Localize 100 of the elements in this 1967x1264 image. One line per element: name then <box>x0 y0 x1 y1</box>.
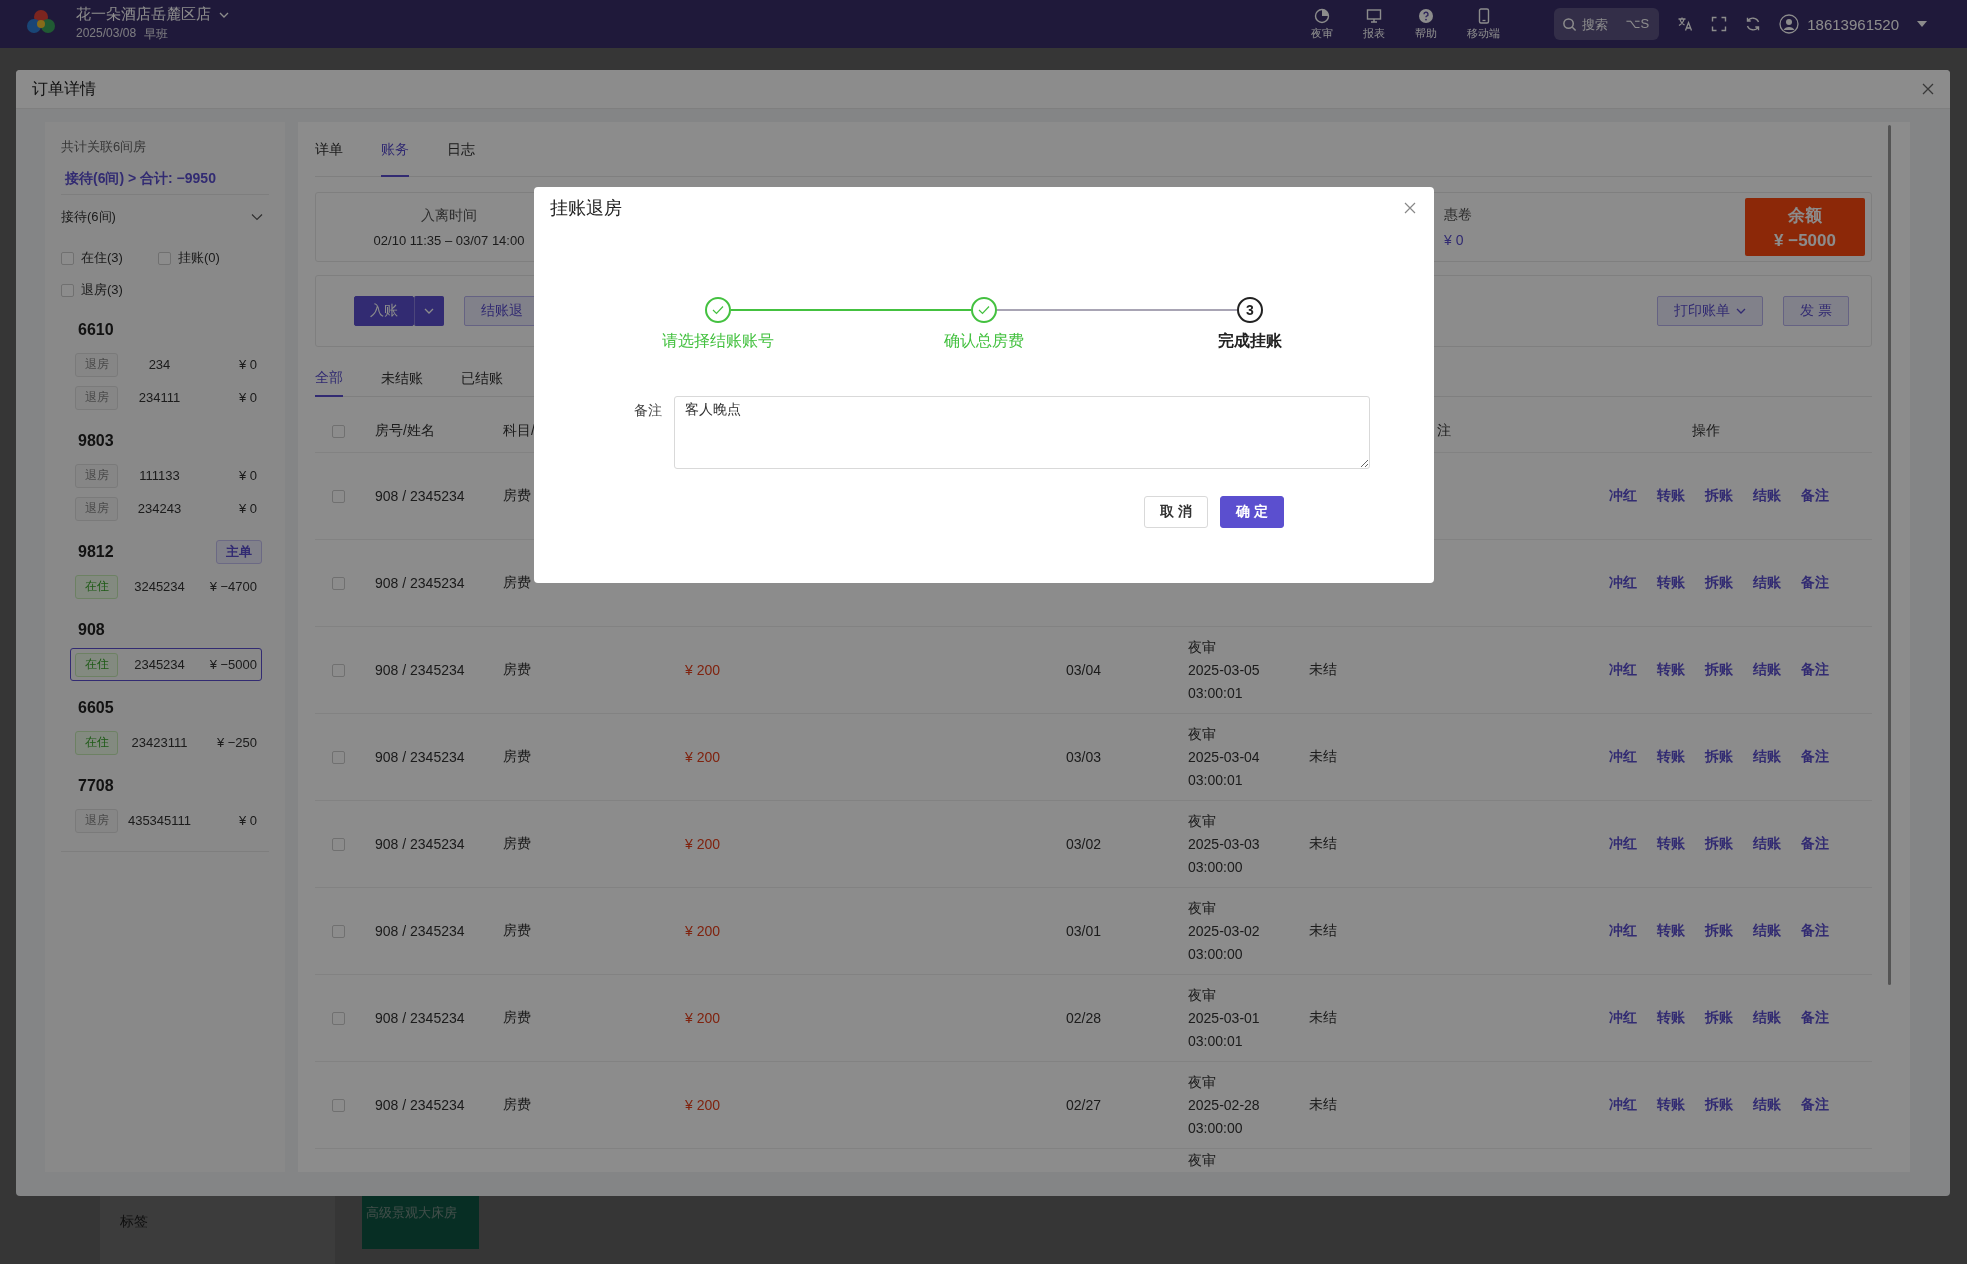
row-action-link[interactable]: 备注 <box>1801 487 1829 505</box>
checkbox[interactable] <box>332 837 345 851</box>
row-action-link[interactable]: 备注 <box>1801 748 1829 766</box>
filter-label[interactable]: 在住(3) <box>81 249 123 267</box>
row-action-link[interactable]: 拆账 <box>1705 922 1733 940</box>
account-number: 234243 <box>136 501 183 516</box>
row-action-link[interactable]: 转账 <box>1657 1009 1685 1027</box>
guest-row[interactable]: 在住 3245234 ¥ −4700 <box>70 570 262 603</box>
row-action-link[interactable]: 备注 <box>1801 574 1829 592</box>
scrollbar[interactable] <box>1888 125 1891 985</box>
invoice-button[interactable]: 发 票 <box>1783 296 1849 326</box>
confirm-button[interactable]: 确 定 <box>1220 496 1284 528</box>
row-action-link[interactable]: 冲红 <box>1609 922 1637 940</box>
fullscreen-icon[interactable] <box>1711 16 1728 32</box>
guest-row[interactable]: 在住 2345234 ¥ −5000 <box>70 648 262 681</box>
checkbox[interactable] <box>332 489 345 503</box>
row-action-link[interactable]: 冲红 <box>1609 574 1637 592</box>
row-action-link[interactable]: 转账 <box>1657 1096 1685 1114</box>
row-action-link[interactable]: 结账 <box>1753 1009 1781 1027</box>
row-action-link[interactable]: 拆账 <box>1705 1096 1733 1114</box>
table-cell-text: 908 / 2345234 <box>375 749 466 765</box>
caret-icon[interactable] <box>219 11 229 18</box>
row-action-link[interactable]: 拆账 <box>1705 661 1733 679</box>
filter-label[interactable]: 退房(3) <box>81 281 123 299</box>
table-cell: 03/02 <box>1066 836 1102 852</box>
checkbox[interactable] <box>332 663 345 677</box>
row-action-link[interactable]: 拆账 <box>1705 748 1733 766</box>
tab[interactable]: 详单 <box>315 122 343 177</box>
remark-field[interactable]: 客人晚点 <box>674 396 1370 469</box>
row-action-link[interactable]: 结账 <box>1753 1096 1781 1114</box>
row-action-link[interactable]: 冲红 <box>1609 748 1637 766</box>
post-button[interactable]: 入账 <box>354 296 414 326</box>
cancel-button[interactable]: 取 消 <box>1144 496 1208 528</box>
row-action-link[interactable]: 转账 <box>1657 922 1685 940</box>
checkbox[interactable] <box>61 283 74 297</box>
checkbox[interactable] <box>332 424 345 438</box>
row-action-link[interactable]: 冲红 <box>1609 1096 1637 1114</box>
toolbar-button[interactable]: 移动端 <box>1461 7 1507 41</box>
checkbox[interactable] <box>332 1011 345 1025</box>
row-action-link[interactable]: 结账 <box>1753 748 1781 766</box>
row-action-link[interactable]: 转账 <box>1657 748 1685 766</box>
row-action-link[interactable]: 备注 <box>1801 835 1829 853</box>
row-action-link[interactable]: 结账 <box>1753 574 1781 592</box>
checkbox[interactable] <box>158 251 171 265</box>
dropdown-button[interactable] <box>414 296 444 326</box>
guest-row[interactable]: 在住 23423111 ¥ −250 <box>70 726 262 759</box>
row-action-link[interactable]: 冲红 <box>1609 487 1637 505</box>
row-action-link[interactable]: 拆账 <box>1705 487 1733 505</box>
checkbox[interactable] <box>61 251 74 265</box>
filter-tab[interactable]: 已结账 <box>461 360 503 397</box>
filter-label[interactable]: 挂账(0) <box>178 249 220 267</box>
filter-tab[interactable]: 全部 <box>315 360 343 397</box>
row-action-link[interactable]: 冲红 <box>1609 661 1637 679</box>
close-icon[interactable] <box>1404 202 1416 214</box>
toolbar-button[interactable]: 帮助 <box>1409 7 1444 41</box>
total-link[interactable]: 接待(6间) > 合计: −9950 <box>61 168 269 195</box>
refresh-icon[interactable] <box>1745 16 1762 32</box>
balance-amount: ¥ −5000 <box>1774 230 1836 251</box>
row-action-link[interactable]: 备注 <box>1801 661 1829 679</box>
row-action-link[interactable]: 转账 <box>1657 487 1685 505</box>
row-action-link[interactable]: 备注 <box>1801 1009 1829 1027</box>
row-action-link[interactable]: 转账 <box>1657 661 1685 679</box>
row-action-link[interactable]: 转账 <box>1657 835 1685 853</box>
table-cell-text: 908 / 2345234 <box>375 1097 466 1113</box>
balance-amount: ¥ 0 <box>237 390 257 405</box>
row-action-link[interactable]: 转账 <box>1657 574 1685 592</box>
tab[interactable]: 账务 <box>381 122 409 177</box>
row-action-link[interactable]: 结账 <box>1753 835 1781 853</box>
row-action-link[interactable]: 拆账 <box>1705 835 1733 853</box>
caret-icon <box>424 308 434 314</box>
checkbox[interactable] <box>332 1098 345 1112</box>
row-action-link[interactable]: 结账 <box>1753 922 1781 940</box>
avatar-icon[interactable] <box>1779 14 1800 34</box>
table-cell-text: 房费 <box>503 835 532 853</box>
user-phone[interactable]: 18613961520 <box>1807 15 1899 33</box>
chevron-icon[interactable] <box>251 213 263 221</box>
filter-tab[interactable]: 未结账 <box>381 360 423 397</box>
checkbox[interactable] <box>332 750 345 764</box>
balance-amount: ¥ 0 <box>237 468 257 483</box>
row-action-link[interactable]: 拆账 <box>1705 1009 1733 1027</box>
row-action-link[interactable]: 冲红 <box>1609 1009 1637 1027</box>
row-action-link[interactable]: 结账 <box>1753 487 1781 505</box>
status-tag: 在住 <box>75 574 118 599</box>
translate-icon[interactable] <box>1677 16 1694 32</box>
checkbox[interactable] <box>332 924 345 938</box>
row-action-link[interactable]: 冲红 <box>1609 835 1637 853</box>
business-date: 2025/03/08 <box>76 26 137 42</box>
caret-icon[interactable] <box>1917 21 1927 27</box>
toolbar-button[interactable]: 报表 <box>1357 7 1392 41</box>
row-action-link[interactable]: 拆账 <box>1705 574 1733 592</box>
print-button[interactable]: 打印账单 <box>1657 296 1764 326</box>
row-action-link[interactable]: 备注 <box>1801 922 1829 940</box>
toolbar-button[interactable]: 夜审 <box>1305 7 1340 41</box>
checkbox[interactable] <box>332 576 345 590</box>
status-tag: 在住 <box>75 652 118 677</box>
step-label: 完成挂账 <box>1218 331 1282 351</box>
close-icon[interactable] <box>1922 83 1934 95</box>
row-action-link[interactable]: 结账 <box>1753 661 1781 679</box>
row-action-link[interactable]: 备注 <box>1801 1096 1829 1114</box>
tab[interactable]: 日志 <box>447 122 475 177</box>
